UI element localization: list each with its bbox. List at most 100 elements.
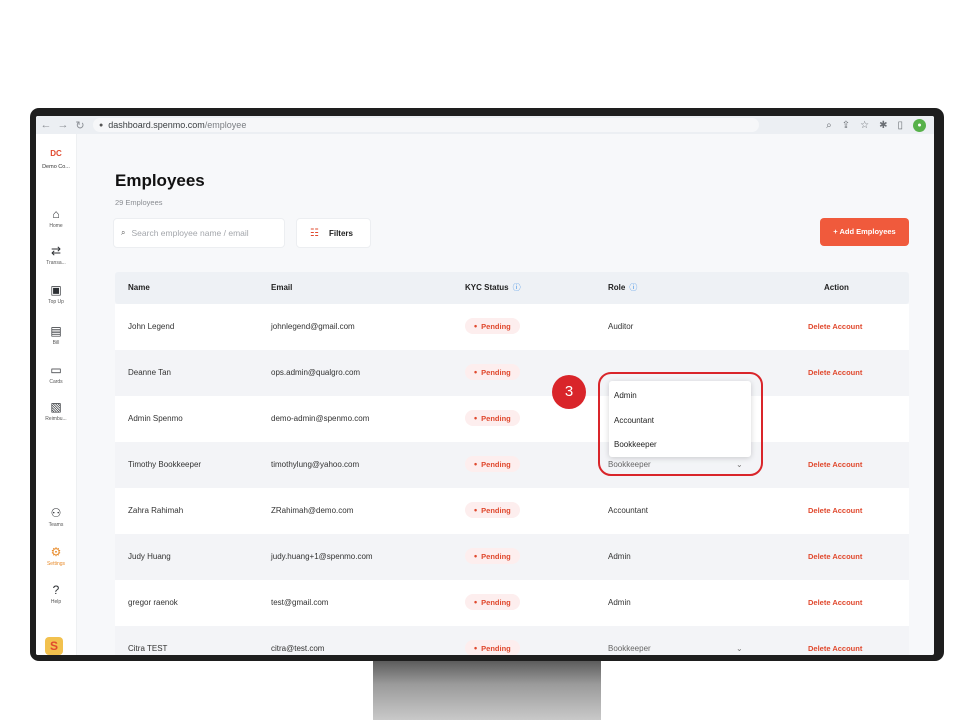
cell-email: test@gmail.com [271,598,329,607]
reload-icon[interactable]: ↻ [73,119,87,132]
cell-name: gregor raenok [128,598,178,607]
zoom-icon[interactable]: ⌕ [826,120,832,131]
cell-name: Citra TEST [128,644,168,653]
sidebar-item-label: Reimbu... [45,416,67,422]
kyc-status-text: Pending [481,598,511,607]
header-email: Email [271,283,293,292]
address-bar[interactable]: ● dashboard.spenmo.com/employee [93,118,759,132]
reimbursement-icon: ▧ [50,400,62,414]
url-path: /employee [204,120,247,130]
forward-arrow-icon[interactable]: → [56,119,70,131]
sidebar-item-label: Settings [46,561,66,567]
sidebar-item-cards[interactable]: ▭ Cards [36,363,76,385]
cell-name: Timothy Bookkeeper [128,460,202,469]
kyc-status-badge: • Pending [465,410,520,426]
table-header: Name Email KYC Status ⓘ Role ⓘ Action [115,272,909,304]
cell-name: John Legend [128,322,175,331]
teams-icon: ⚇ [50,506,62,520]
table-row: Zahra Rahimah ZRahimah@demo.com • Pending… [115,488,909,534]
spenmo-logo-icon: S [45,637,63,655]
kyc-status-badge: • Pending [465,640,520,655]
sidebar-item-label: Top Up [48,299,64,305]
cell-name: Zahra Rahimah [128,506,184,515]
delete-account-link[interactable]: Delete Account [808,350,862,396]
topup-icon: ▣ [50,283,62,297]
header-role-label: Role [608,283,626,292]
kyc-status-text: Pending [481,644,511,653]
cell-name: Admin Spenmo [128,414,183,423]
bill-icon: ▤ [50,324,62,338]
delete-account-link[interactable]: Delete Account [808,580,862,626]
filters-button[interactable]: ☷ Filters [296,218,371,248]
highlight-outline [598,372,763,476]
sidebar-item-bill[interactable]: ▤ Bill [36,324,76,346]
kyc-status-text: Pending [481,322,511,331]
search-input[interactable]: ⌕ Search employee name / email [113,218,285,248]
header-role: Role ⓘ [608,272,637,304]
page-title: Employees [115,171,205,190]
org-name: Demo Co... [42,164,70,170]
cell-role: Admin [608,598,631,607]
table-row: Timothy Bookkeeper timothylung@yahoo.com… [115,442,909,488]
header-name: Name [128,283,150,292]
sidebar-item-label: Home [49,223,63,229]
search-placeholder: Search employee name / email [131,228,249,238]
back-arrow-icon[interactable]: ← [39,119,53,131]
kyc-status-text: Pending [481,506,511,515]
kyc-status-badge: • Pending [465,594,520,610]
delete-account-link[interactable]: Delete Account [808,534,862,580]
org-switcher[interactable]: DC Demo Co... [36,149,76,170]
star-icon[interactable]: ☆ [860,120,869,131]
home-icon: ⌂ [52,207,60,221]
kyc-status-badge: • Pending [465,502,520,518]
sidebar-item-topup[interactable]: ▣ Top Up [36,283,76,305]
sidebar-item-settings[interactable]: ⚙ Settings [36,545,76,567]
kyc-help-icon[interactable]: ⓘ [513,283,521,292]
role-help-icon[interactable]: ⓘ [629,283,637,292]
cell-role: Accountant [608,506,649,515]
role-select[interactable]: Bookkeeper [608,626,651,655]
add-employees-button[interactable]: + Add Employees [820,218,909,246]
kyc-status-text: Pending [481,460,511,469]
kyc-status-text: Pending [481,368,511,377]
header-kyc-label: KYC Status [465,283,509,292]
delete-account-link[interactable]: Delete Account [808,488,862,534]
kyc-status-text: Pending [481,414,511,423]
kyc-status-badge: • Pending [465,456,520,472]
sidebar-item-transactions[interactable]: ⇄ Transa... [36,244,76,266]
kyc-status-badge: • Pending [465,548,520,564]
table-row: Admin Spenmo demo-admin@spenmo.com • Pend… [115,396,909,442]
filters-label: Filters [328,228,353,238]
cell-email: ops.admin@qualgro.com [271,368,361,377]
sidebar-item-label: Help [50,599,62,605]
table-row: gregor raenok test@gmail.com • Pending Ad… [115,580,909,626]
cell-email: demo-admin@spenmo.com [271,414,370,423]
browser-toolbar: ← → ↻ ● dashboard.spenmo.com/employee ⌕ … [36,116,934,134]
delete-account-link[interactable]: Delete Account [808,304,862,350]
search-icon: ⌕ [121,228,126,237]
sidebar-item-teams[interactable]: ⚇ Teams [36,506,76,528]
sidebar: DC Demo Co... ⌂ Home ⇄ Transa... ▣ Top U… [36,134,77,655]
cell-role: Admin [608,552,631,561]
kyc-status-text: Pending [481,552,511,561]
sidebar-item-label: Cards [49,379,63,385]
screen: ← → ↻ ● dashboard.spenmo.com/employee ⌕ … [36,116,934,655]
extensions-icon[interactable]: ✱ [879,120,887,131]
help-icon: ? [52,583,60,597]
sidebar-item-reimbursement[interactable]: ▧ Reimbu... [36,400,76,422]
kyc-status-badge: • Pending [465,318,520,334]
transactions-icon: ⇄ [50,244,62,258]
gear-icon: ⚙ [50,545,62,559]
sidebar-item-help[interactable]: ? Help [36,583,76,605]
delete-account-link[interactable]: Delete Account [808,626,862,655]
delete-account-link[interactable]: Delete Account [808,442,862,488]
chevron-down-icon[interactable]: ⌄ [736,626,743,655]
profile-avatar[interactable]: ● [913,118,926,132]
sidepanel-icon[interactable]: ▯ [897,120,903,131]
share-icon[interactable]: ⇪ [842,120,850,131]
sidebar-item-home[interactable]: ⌂ Home [36,207,76,229]
kyc-status-badge: • Pending [465,364,520,380]
table-row: Citra TEST citra@test.com • Pending Bookk… [115,626,909,655]
table-row: Deanne Tan ops.admin@qualgro.com • Pendin… [115,350,909,396]
sidebar-item-label: Teams [48,522,64,528]
